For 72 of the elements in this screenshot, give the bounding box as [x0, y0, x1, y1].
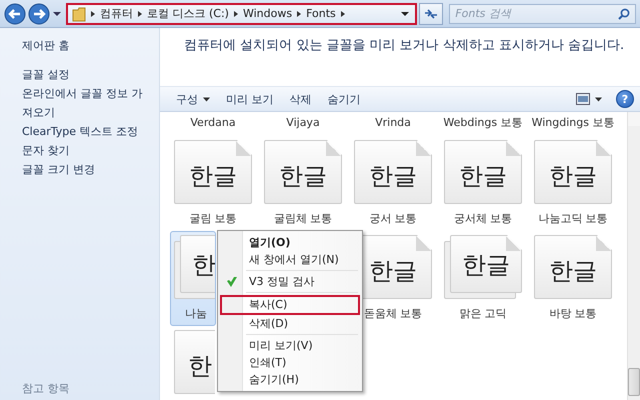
toolbar-button[interactable]: 삭제: [282, 89, 320, 109]
breadcrumb[interactable]: 로컬 디스크 (C:): [147, 6, 229, 21]
triangle-icon: [340, 10, 346, 18]
font-file-icon[interactable]: 한글: [534, 235, 612, 299]
address-bar[interactable]: 컴퓨터 로컬 디스크 (C:) Windows Fonts: [66, 2, 418, 24]
caret-icon: [203, 96, 210, 102]
back-button[interactable]: [4, 2, 26, 24]
sidebar-link[interactable]: 글꼴 설정: [22, 65, 153, 84]
font-sample: 한: [187, 351, 212, 382]
font-file-icon[interactable]: 한글: [354, 140, 432, 204]
triangle-icon: [232, 10, 239, 18]
triangle-icon: [296, 10, 302, 18]
sidebar-link[interactable]: 제어판 홈: [22, 36, 153, 55]
font-sample: 한글: [279, 161, 327, 192]
triangle-icon: [137, 10, 143, 18]
font-name: 맑은 고딕: [459, 307, 507, 321]
triangle-icon: [90, 10, 96, 18]
folder-icon: [72, 6, 86, 22]
refresh-arrows-icon: [423, 6, 440, 20]
font-sample: 한글: [459, 161, 507, 192]
font-name[interactable]: Vrinda: [350, 116, 436, 136]
font-name: 굴림체 보통: [274, 212, 332, 226]
font-sample: 한글: [189, 161, 237, 192]
menu-item[interactable]: 삭제(D): [220, 315, 360, 332]
caret-icon: [595, 96, 602, 102]
font-name: 돋움체 보통: [364, 307, 422, 321]
font-file-icon[interactable]: 한글: [444, 140, 522, 204]
menu-item[interactable]: 복사(C): [220, 295, 360, 315]
font-sample: 한글: [549, 256, 597, 287]
breadcrumb[interactable]: 컴퓨터: [100, 6, 133, 21]
breadcrumb[interactable]: Fonts: [306, 7, 336, 20]
caret-icon: [53, 10, 61, 16]
toolbar-button[interactable]: 미리 보기: [218, 89, 282, 109]
font-file-icon[interactable]: 한글: [534, 140, 612, 204]
refresh-button[interactable]: [419, 2, 444, 24]
menu-item[interactable]: 인쇄(T): [220, 354, 360, 371]
font-sample: 한글: [549, 161, 597, 192]
font-name: 나눔고딕 보통: [538, 212, 608, 226]
menu-item[interactable]: 숨기기(H): [220, 371, 360, 388]
font-name: 나눔: [185, 307, 207, 321]
font-sample: 한글: [369, 256, 417, 287]
search-input[interactable]: Fonts 검색: [455, 7, 618, 20]
font-sample: 한글: [461, 250, 510, 281]
check-icon: [226, 276, 238, 288]
menu-item[interactable]: 미리 보기(V): [220, 337, 360, 354]
sidebar-link[interactable]: 글꼴 크기 변경: [22, 160, 153, 179]
sidebar-link[interactable]: ClearType 텍스트 조정: [22, 122, 153, 141]
description-text: 컴퓨터에 설치되어 있는 글꼴을 미리 보거나 삭제하고 표시하거나 숨깁니다.: [184, 37, 626, 55]
font-name: 궁서 보통: [369, 212, 417, 226]
search-icon: [618, 8, 630, 20]
forward-button[interactable]: [28, 2, 50, 24]
font-name[interactable]: Vijaya: [260, 116, 346, 136]
font-name: 굴림 보통: [189, 212, 237, 226]
font-name[interactable]: Webdings 보통: [440, 116, 526, 136]
toolbar-button[interactable]: 구성: [168, 89, 218, 109]
font-name[interactable]: Wingdings 보통: [530, 116, 616, 136]
dropdown-caret-icon: [401, 10, 410, 16]
font-file-icon[interactable]: 한글: [174, 140, 252, 204]
font-file-icon[interactable]: 한글: [264, 140, 342, 204]
view-icon: [576, 93, 590, 105]
font-name[interactable]: Verdana: [170, 116, 256, 136]
font-sample: 한글: [369, 161, 417, 192]
section-heading: 참고 항목: [22, 381, 70, 396]
search-field[interactable]: Fonts 검색: [449, 4, 636, 24]
sidebar-link[interactable]: 문자 찾기: [22, 141, 153, 160]
font-file-icon[interactable]: 한: [174, 330, 215, 394]
breadcrumb[interactable]: Windows: [242, 7, 292, 20]
font-name: 궁서체 보통: [454, 212, 512, 226]
scrollbar[interactable]: [627, 112, 640, 400]
toolbar-button[interactable]: 숨기기: [320, 89, 368, 109]
sidebar-link[interactable]: 온라인에서 글꼴 정보 가져오기: [22, 84, 153, 122]
font-name: 바탕 보통: [549, 307, 597, 321]
